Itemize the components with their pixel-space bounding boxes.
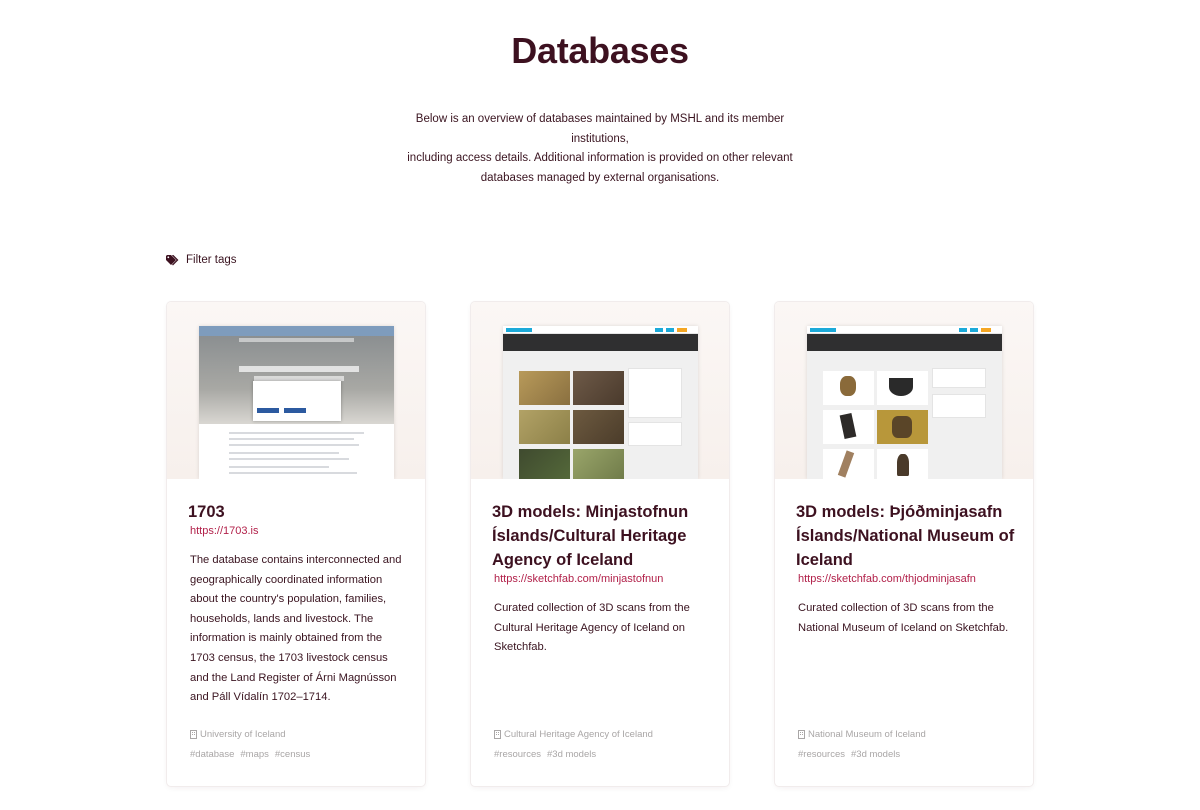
institution-name: National Museum of Iceland [808,729,926,740]
tag-link[interactable]: #maps [240,749,269,760]
card-tags: #resources #3d models [494,749,596,760]
card-description: Curated collection of 3D scans from the … [494,602,690,654]
website-screenshot-1703 [199,326,394,479]
card-thumbnail[interactable] [775,302,1033,479]
intro-text: Below is an overview of databases mainta… [390,110,810,188]
tag-link[interactable]: #resources [494,749,541,760]
card-thumbnail[interactable] [167,302,425,479]
website-screenshot-sketchfab-thjodminjasafn [807,326,1002,479]
building-icon [798,730,805,739]
intro-line: Below is an overview of databases mainta… [415,113,785,145]
page-title: Databases [511,30,689,71]
card-title[interactable]: 3D models: Minjastofnun Íslands/Cultural… [492,500,714,572]
tags-icon [166,254,179,265]
filter-tags-toggle[interactable]: Filter tags [166,254,237,266]
card-title[interactable]: 3D models: Þjóðminjasafn Íslands/Nationa… [796,500,1018,572]
card-institution: National Museum of Iceland [798,729,926,740]
building-icon [190,730,197,739]
database-card[interactable]: 3D models: Minjastofnun Íslands/Cultural… [471,302,729,786]
card-url-link[interactable]: https://1703.is [190,525,259,537]
card-description: The database contains interconnected and… [190,554,402,704]
card-institution: University of Iceland [190,729,286,740]
institution-name: Cultural Heritage Agency of Iceland [504,729,653,740]
database-card[interactable]: 1703 https://1703.is The database contai… [167,302,425,786]
tag-link[interactable]: #3d models [547,749,596,760]
card-thumbnail[interactable] [471,302,729,479]
tag-link[interactable]: #database [190,749,234,760]
card-tags: #resources #3d models [798,749,900,760]
card-description: Curated collection of 3D scans from the … [798,602,1009,634]
tag-link[interactable]: #3d models [851,749,900,760]
building-icon [494,730,501,739]
card-tags: #database #maps #census [190,749,310,760]
card-url-link[interactable]: https://sketchfab.com/minjastofnun [494,573,663,585]
card-institution: Cultural Heritage Agency of Iceland [494,729,653,740]
intro-line: databases managed by external organisati… [480,171,720,184]
tag-link[interactable]: #census [275,749,310,760]
card-url-link[interactable]: https://sketchfab.com/thjodminjasafn [798,573,976,585]
database-card[interactable]: 3D models: Þjóðminjasafn Íslands/Nationa… [775,302,1033,786]
intro-line: including access details. Additional inf… [407,152,793,164]
tag-link[interactable]: #resources [798,749,845,760]
institution-name: University of Iceland [200,729,286,740]
card-title[interactable]: 1703 [188,500,410,524]
filter-tags-label: Filter tags [186,254,237,266]
website-screenshot-sketchfab-minjastofnun [503,326,698,479]
